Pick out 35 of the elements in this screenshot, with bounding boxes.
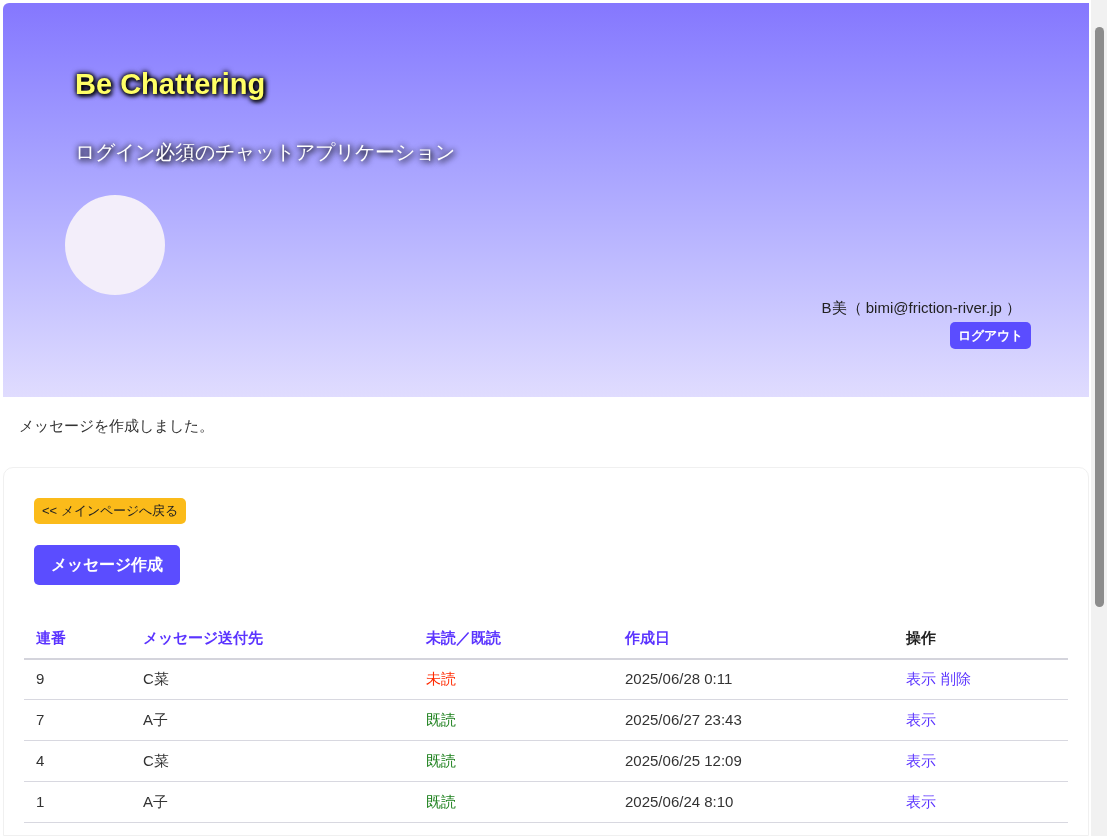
scrollbar-thumb[interactable] [1094, 27, 1104, 607]
recipient-name: C菜 [143, 670, 169, 687]
recipient-name: A子 [143, 710, 168, 728]
sort-header-link[interactable]: 未読／既読 [426, 629, 501, 647]
row-number: 4 [36, 751, 45, 769]
created-date: 2025/06/24 8:10 [625, 792, 734, 810]
back-button[interactable]: << メインページへ戻る [34, 497, 186, 524]
read-status: 既読 [426, 792, 456, 810]
app-title: Be Chattering [75, 67, 266, 102]
created-date: 2025/06/27 23:43 [625, 710, 742, 728]
row-number: 1 [36, 792, 45, 810]
read-status: 既読 [426, 751, 456, 769]
app-subtitle: ログイン必須のチャットアプリケーション [75, 139, 455, 165]
read-status: 既読 [426, 710, 456, 728]
action-link[interactable]: 表示 [906, 749, 936, 773]
user-info: B美（ bimi@friction-river.jp ） [821, 297, 1021, 318]
column-header: 操作 [906, 629, 936, 647]
action-link[interactable]: 削除 [941, 668, 971, 691]
recipient-name: C菜 [143, 751, 169, 769]
sort-header-link[interactable]: メッセージ送付先 [143, 629, 263, 647]
sort-header-link[interactable]: 作成日 [625, 629, 670, 647]
created-date: 2025/06/28 0:11 [625, 670, 733, 687]
read-status: 未読 [426, 670, 456, 687]
sort-header-link[interactable]: 連番 [36, 629, 66, 647]
logout-button[interactable]: ログアウト [950, 322, 1031, 349]
flash-message: メッセージを作成しました。 [19, 416, 214, 436]
created-date: 2025/06/25 12:09 [625, 751, 742, 769]
create-message-button[interactable]: メッセージ作成 [34, 544, 180, 585]
scrollbar[interactable] [1091, 0, 1107, 836]
action-link[interactable]: 表示 [906, 708, 936, 732]
row-number: 7 [36, 710, 45, 728]
action-link[interactable]: 表示 [906, 790, 936, 814]
recipient-name: A子 [143, 792, 168, 810]
row-number: 9 [36, 670, 45, 687]
action-link[interactable]: 表示 [906, 668, 936, 691]
